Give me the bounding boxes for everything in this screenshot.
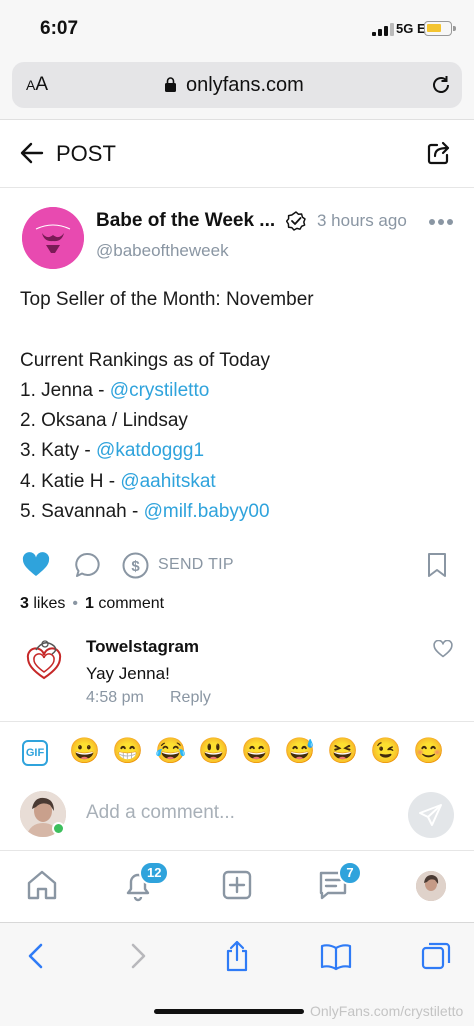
post-timestamp: 3 hours ago (317, 211, 407, 230)
mention-link[interactable]: @katdoggg1 (96, 440, 204, 461)
bikini-logo-icon (22, 207, 84, 269)
reply-button[interactable]: Reply (170, 689, 211, 707)
browser-back-icon[interactable] (20, 939, 54, 973)
text-size-button[interactable]: AA (26, 74, 48, 96)
paper-plane-icon (419, 804, 442, 826)
online-status-dot (52, 822, 65, 835)
emoji-button[interactable]: 😆 (327, 736, 358, 766)
post-text: Top Seller of the Month: November Curren… (20, 285, 314, 527)
gif-button[interactable]: GIF (22, 740, 48, 766)
svg-text:$: $ (131, 558, 140, 575)
lock-icon (165, 77, 176, 92)
share-icon[interactable] (426, 140, 452, 166)
mention-link[interactable]: @milf.babyy00 (144, 501, 270, 522)
post-line: 3. Katy - @katdoggg1 (20, 440, 205, 462)
post-line: 2. Oksana / Lindsay (20, 410, 188, 432)
address-bar[interactable]: AA onlyfans.com (12, 62, 462, 108)
comment-composer (0, 784, 474, 844)
browser-share-icon[interactable] (220, 939, 254, 973)
browser-address-area: AA onlyfans.com (0, 56, 474, 120)
back-arrow-icon[interactable] (20, 142, 44, 164)
separator-dot: • (72, 595, 78, 612)
profile-avatar[interactable] (416, 871, 446, 901)
emoji-button[interactable]: 😄 (241, 736, 272, 766)
emoji-button[interactable]: 😅 (284, 736, 315, 766)
mention-link[interactable]: @crystiletto (110, 380, 210, 401)
author-name[interactable]: Babe of the Week ... (96, 210, 275, 232)
person-photo-icon (416, 871, 446, 901)
engagement-counts: 3 likes • 1 comment (20, 595, 164, 613)
comment-icon[interactable] (74, 552, 100, 578)
likes-count[interactable]: 3 likes (20, 595, 65, 613)
watermark-text: OnlyFans.com/crystiletto (310, 1003, 464, 1019)
page-title: POST (56, 141, 116, 166)
emoji-bar: GIF 😀 😁 😂 😃 😄 😅 😆 😉 😊 (0, 730, 474, 774)
reload-icon[interactable] (430, 74, 452, 96)
comments-count[interactable]: 1 comment (85, 595, 164, 613)
post-line: Top Seller of the Month: November (20, 289, 314, 310)
comment-input[interactable] (86, 792, 386, 834)
emoji-button[interactable]: 😂 (155, 736, 186, 766)
app-bottom-nav: 12 7 (0, 850, 474, 922)
commenter-avatar[interactable] (24, 636, 64, 682)
post-line (20, 315, 314, 345)
emoji-button[interactable]: 😊 (413, 736, 444, 766)
post-header: POST (0, 120, 474, 188)
like-heart-icon[interactable] (22, 552, 50, 578)
bookmark-icon[interactable] (426, 552, 448, 578)
emoji-button[interactable]: 😉 (370, 736, 401, 766)
emoji-button[interactable]: 😁 (112, 736, 143, 766)
post-line: 5. Savannah - @milf.babyy00 (20, 501, 270, 523)
emoji-button[interactable]: 😀 (69, 736, 100, 766)
divider (0, 721, 474, 722)
send-button[interactable] (408, 792, 454, 838)
status-bar: 6:07 5G E (0, 0, 474, 56)
messages-badge: 7 (338, 861, 362, 885)
tabs-icon[interactable] (419, 939, 453, 973)
status-time: 6:07 (40, 18, 79, 39)
comment-text: Yay Jenna! (86, 664, 170, 683)
send-tip-label: SEND TIP (158, 556, 234, 573)
mention-link[interactable]: @aahitskat (120, 471, 215, 492)
author-avatar[interactable] (22, 207, 84, 269)
browser-toolbar: OnlyFans.com/crystiletto (0, 922, 474, 1026)
dollar-icon: $ (122, 552, 149, 578)
post-actions: $ SEND TIP (0, 548, 474, 582)
send-tip-button[interactable]: $ SEND TIP (122, 550, 234, 580)
add-post-icon[interactable] (219, 867, 255, 903)
comment-like-heart-icon[interactable] (433, 640, 453, 658)
network-type: 5G E (396, 21, 426, 36)
home-indicator (154, 1009, 304, 1014)
battery-icon (424, 21, 456, 36)
more-options-icon[interactable] (428, 218, 454, 226)
home-icon[interactable] (24, 867, 60, 903)
bookmarks-book-icon[interactable] (319, 939, 353, 973)
emoji-button[interactable]: 😃 (198, 736, 229, 766)
url-domain: onlyfans.com (186, 74, 304, 96)
post-line: 1. Jenna - @crystiletto (20, 379, 210, 401)
browser-forward-icon[interactable] (120, 939, 154, 973)
signal-icon (372, 22, 394, 36)
comment-username[interactable]: Towelstagram (86, 637, 199, 657)
post-line: 4. Katie H - @aahitskat (20, 470, 216, 492)
verified-badge-icon (286, 211, 306, 231)
notifications-badge: 12 (139, 861, 170, 885)
post-line: Current Rankings as of Today (20, 349, 270, 371)
author-handle[interactable]: @babeoftheweek (96, 241, 229, 261)
comment-timestamp: 4:58 pm (86, 689, 144, 706)
